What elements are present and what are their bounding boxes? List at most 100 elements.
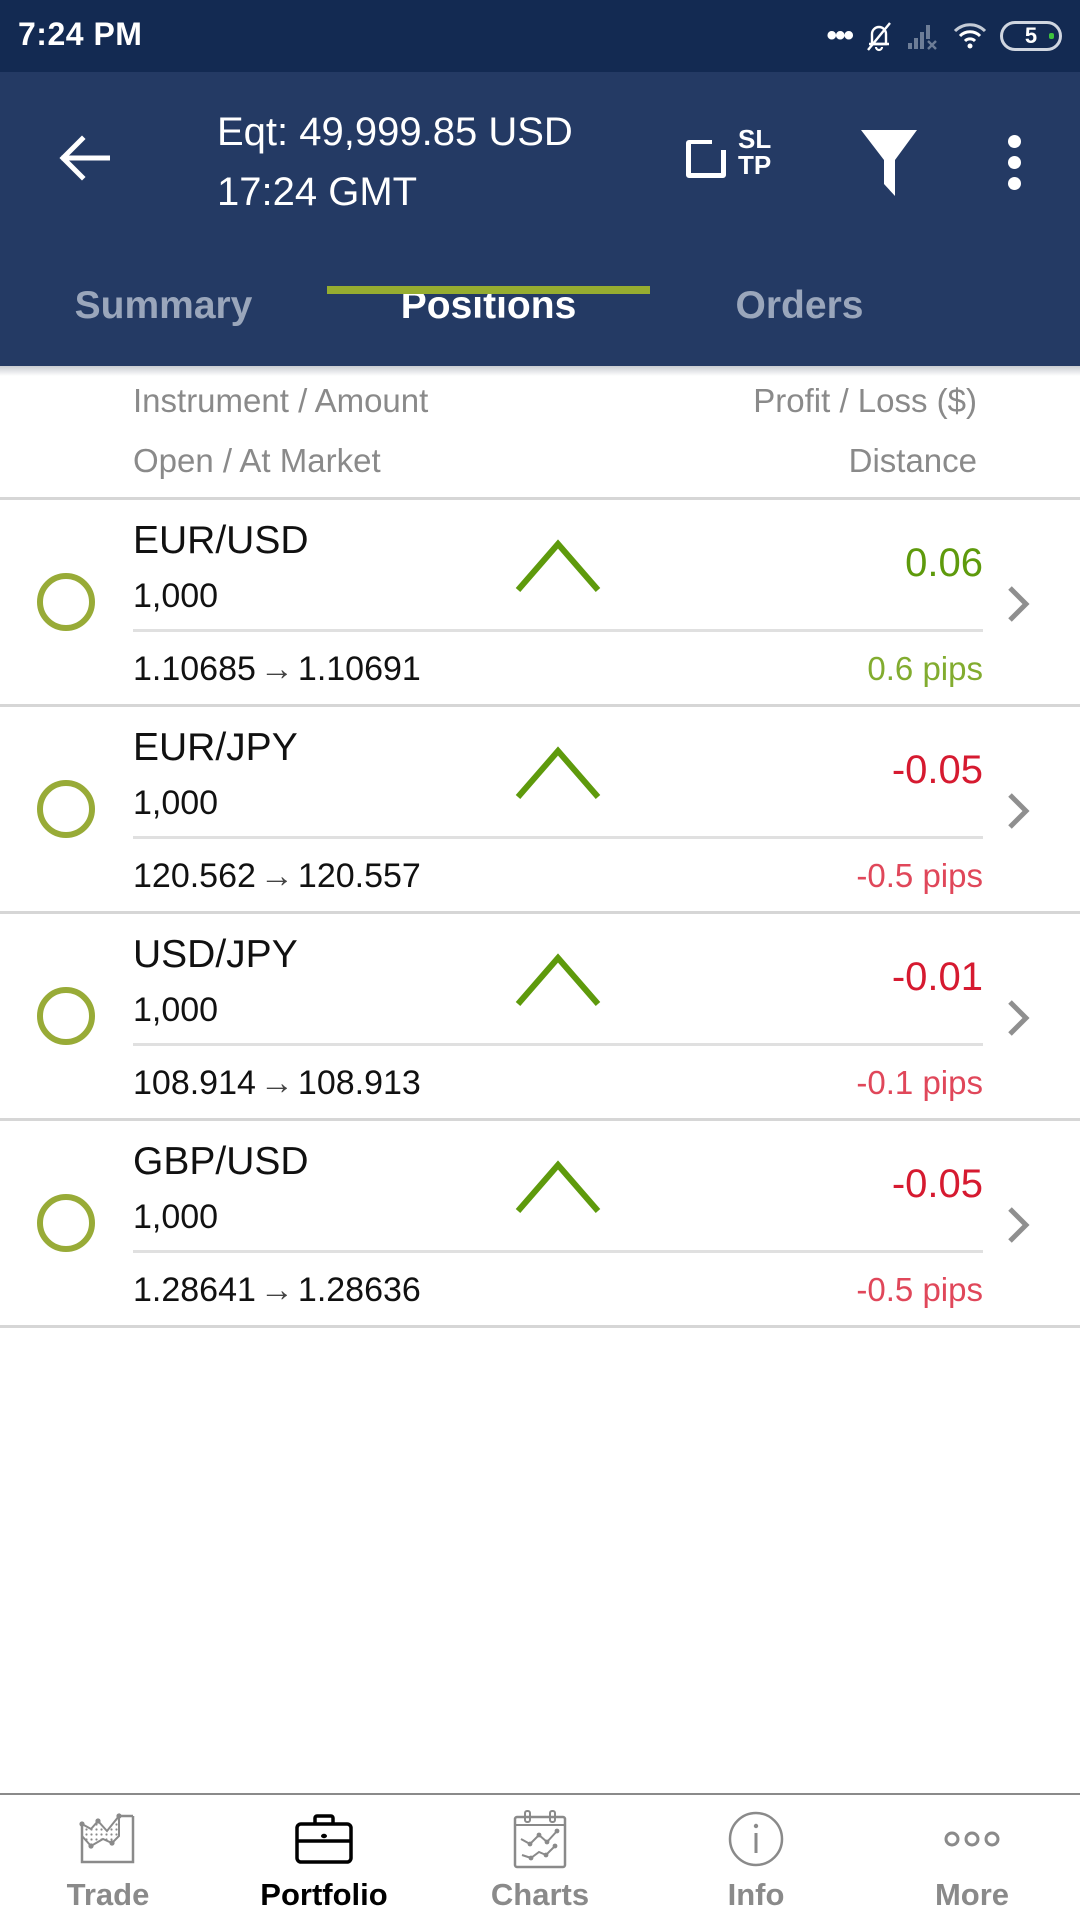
distance-pips: -0.5 pips [856, 1271, 983, 1308]
market-price: 1.10691 [297, 650, 421, 688]
chevron-right-icon[interactable] [1004, 998, 1034, 1038]
distance-pips: -0.5 pips [856, 857, 983, 894]
position-row[interactable]: USD/JPY 1,000 -0.01 108.914 → 108.913 -0.1… [0, 914, 1080, 1121]
nav-charts[interactable]: Charts [432, 1795, 648, 1920]
nav-info-label: Info [727, 1877, 785, 1912]
status-icons: ••• 5 [826, 18, 1062, 54]
position-amount: 1,000 [133, 991, 219, 1029]
briefcase-icon [295, 1814, 353, 1864]
info-icon [728, 1811, 784, 1867]
more-horizontal-icon [944, 1831, 1000, 1847]
distance-pips: 0.6 pips [867, 650, 983, 687]
filter-button[interactable] [858, 126, 920, 198]
row-divider [133, 629, 983, 632]
instrument-name: USD/JPY [133, 933, 298, 976]
profit-loss-value: -0.01 [891, 955, 983, 999]
column-open-market: Open / At Market [133, 442, 381, 479]
instrument-name: GBP/USD [133, 1140, 309, 1183]
profit-loss-value: 0.06 [905, 541, 983, 585]
charging-dot [1049, 33, 1054, 39]
battery-level: 5 [1024, 23, 1038, 48]
sl-tp-label: SL TP [738, 124, 772, 180]
signal-no-service-icon [908, 25, 937, 50]
bottom-navigation: Trade Portfolio Charts Info More [0, 1793, 1080, 1920]
sl-tp-toggle-icon [686, 140, 726, 178]
battery-icon: 5 [1000, 21, 1062, 51]
position-amount: 1,000 [133, 577, 219, 615]
chevron-right-icon[interactable] [1004, 791, 1034, 831]
arrow-right-icon: → [259, 857, 294, 895]
more-vertical-icon-dot [1007, 155, 1021, 169]
profit-loss-value: -0.05 [891, 748, 983, 792]
filter-icon [861, 130, 917, 196]
market-price: 120.557 [297, 857, 421, 895]
chevron-right-icon[interactable] [1004, 584, 1034, 624]
nav-more-label: More [934, 1877, 1010, 1912]
arrow-right-icon: → [259, 1064, 294, 1102]
distance-pips: -0.1 pips [856, 1064, 983, 1101]
position-amount: 1,000 [133, 1198, 219, 1236]
nav-trade[interactable]: Trade [0, 1795, 216, 1920]
buy-direction-icon [515, 1160, 601, 1213]
open-price: 1.10685 [133, 650, 256, 688]
nav-charts-label: Charts [490, 1877, 590, 1912]
account-summary: Eqt: 49,999.85 USD 17:24 GMT [217, 102, 573, 222]
arrow-right-icon: → [259, 1271, 294, 1309]
sl-tp-toggle-button[interactable]: SL TP [680, 124, 784, 190]
column-header: Instrument / Amount Open / At Market Pro… [0, 366, 1080, 500]
wifi-icon [953, 23, 987, 49]
server-time: 17:24 GMT [217, 170, 418, 214]
column-profit-loss: Profit / Loss ($) [753, 382, 977, 419]
row-divider [133, 1043, 983, 1046]
nav-info[interactable]: Info [648, 1795, 864, 1920]
profit-loss-value: -0.05 [891, 1162, 983, 1206]
instrument-name: EUR/USD [133, 519, 309, 562]
more-options-button[interactable] [992, 126, 1036, 198]
row-divider [133, 1250, 983, 1253]
app-bar: Eqt: 49,999.85 USD 17:24 GMT SL TP Summa… [0, 72, 1080, 366]
market-price: 1.28636 [297, 1271, 421, 1309]
chevron-right-icon[interactable] [1004, 1205, 1034, 1245]
arrow-left-icon [59, 135, 110, 181]
open-to-market-prices: 1.10685 → 1.10691 [133, 650, 421, 689]
arrow-right-icon: → [259, 650, 294, 688]
position-amount: 1,000 [133, 784, 219, 822]
select-radio[interactable] [37, 573, 95, 631]
select-radio[interactable] [37, 780, 95, 838]
nav-portfolio-label: Portfolio [260, 1877, 388, 1912]
tab-summary[interactable]: Summary [2, 272, 325, 366]
position-row[interactable]: EUR/USD 1,000 0.06 1.10685 → 1.10691 0.6 p… [0, 500, 1080, 707]
nav-more[interactable]: More [864, 1795, 1080, 1920]
more-vertical-icon-dot [1007, 176, 1021, 190]
open-price: 120.562 [133, 857, 256, 895]
more-vertical-icon-dot [1007, 134, 1021, 148]
select-radio[interactable] [37, 1194, 95, 1252]
column-distance: Distance [848, 442, 977, 479]
tab-orders[interactable]: Orders [638, 272, 961, 366]
status-bar: 7:24 PM ••• 5 [0, 0, 1080, 72]
buy-direction-icon [515, 746, 601, 799]
open-to-market-prices: 108.914 → 108.913 [133, 1064, 421, 1103]
select-radio[interactable] [37, 987, 95, 1045]
bell-muted-icon [867, 22, 891, 52]
position-row[interactable]: EUR/JPY 1,000 -0.05 120.562 → 120.557 -0.5… [0, 707, 1080, 914]
column-instrument-amount: Instrument / Amount [133, 382, 429, 419]
back-button[interactable] [52, 126, 116, 190]
row-divider [133, 836, 983, 839]
status-time: 7:24 PM [18, 16, 143, 52]
position-row[interactable]: GBP/USD 1,000 -0.05 1.28641 → 1.28636 -0.5… [0, 1121, 1080, 1328]
instrument-name: EUR/JPY [133, 726, 298, 769]
nav-portfolio[interactable]: Portfolio [216, 1795, 432, 1920]
open-to-market-prices: 1.28641 → 1.28636 [133, 1271, 421, 1310]
positions-list: EUR/USD 1,000 0.06 1.10685 → 1.10691 0.6 p… [0, 500, 1080, 1328]
open-price: 1.28641 [133, 1271, 256, 1309]
nav-trade-label: Trade [66, 1877, 150, 1912]
header-shadow [0, 366, 1080, 376]
market-price: 108.913 [297, 1064, 421, 1102]
active-tab-indicator [327, 286, 650, 294]
buy-direction-icon [515, 539, 601, 592]
calendar-chart-icon [513, 1810, 567, 1869]
buy-direction-icon [515, 953, 601, 1006]
more-notifications-icon: ••• [826, 19, 853, 52]
trade-chart-icon [79, 1813, 135, 1864]
